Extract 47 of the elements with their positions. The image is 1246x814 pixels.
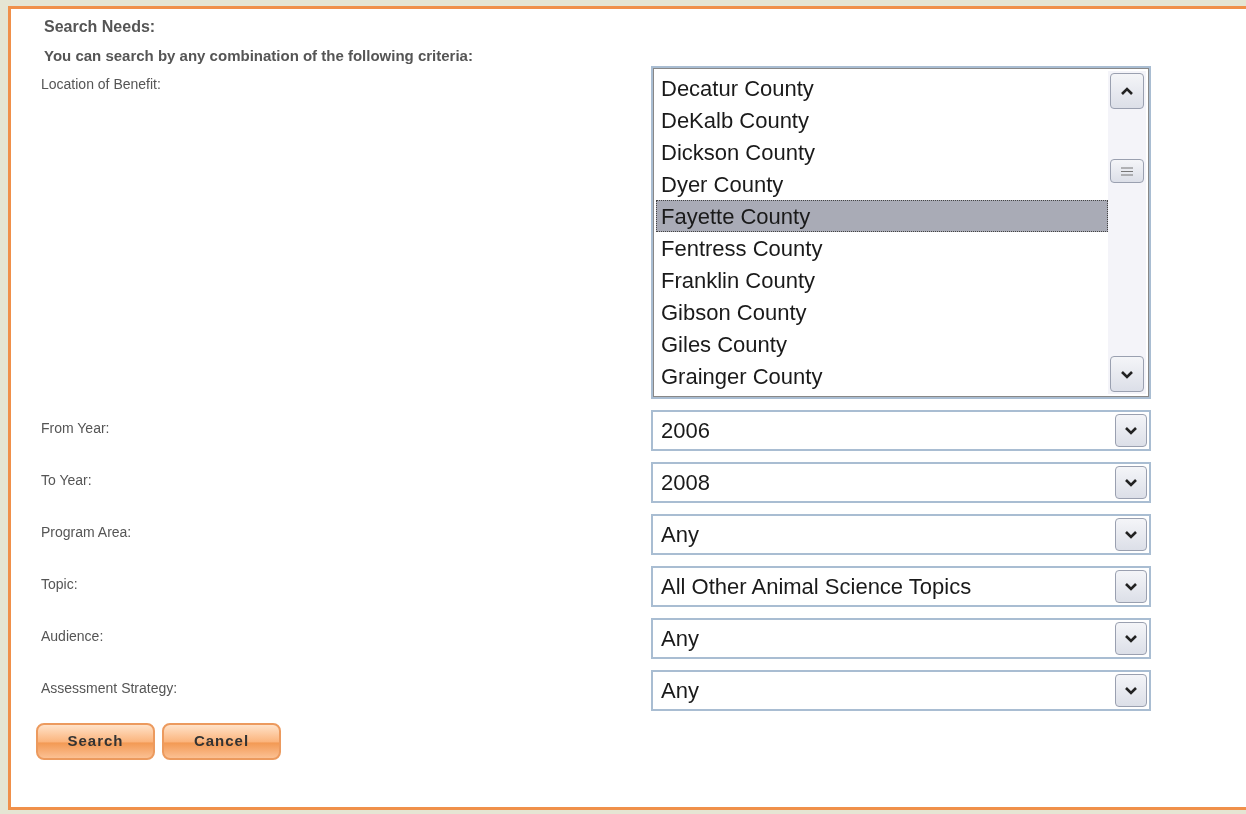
field-label: Assessment Strategy:: [40, 679, 179, 698]
chevron-up-icon: [1120, 86, 1134, 96]
form-button[interactable]: Search: [36, 723, 155, 760]
list-option[interactable]: DeKalb County: [656, 104, 1108, 136]
location-listbox[interactable]: Decatur County DeKalb County Dickson County Dyer County Fayette County Fentress County Franklin County Gibson County Giles County Grainger County: [651, 66, 1151, 399]
chevron-down-icon: [1120, 369, 1134, 379]
scroll-up-button[interactable]: [1110, 73, 1144, 109]
field-label: Topic:: [40, 575, 79, 594]
list-option[interactable]: Franklin County: [656, 264, 1108, 296]
chevron-down-icon: [1124, 478, 1138, 487]
list-option[interactable]: Fentress County: [656, 232, 1108, 264]
dropdown-button[interactable]: [1115, 570, 1147, 603]
list-option[interactable]: Grainger County: [656, 360, 1108, 392]
scroll-down-button[interactable]: [1110, 356, 1144, 392]
form-button[interactable]: Cancel: [162, 723, 281, 760]
chevron-down-icon: [1124, 426, 1138, 435]
dropdown-button[interactable]: [1115, 518, 1147, 551]
chevron-down-icon: [1124, 686, 1138, 695]
instructions: You can search by any combination of the following criteria:: [44, 46, 474, 66]
dropdown-field[interactable]: Any: [651, 514, 1151, 555]
chevron-down-icon: [1124, 634, 1138, 643]
list-option[interactable]: Dyer County: [656, 168, 1108, 200]
dropdown-field[interactable]: 2006: [651, 410, 1151, 451]
dropdown-button[interactable]: [1115, 466, 1147, 499]
field-label: To Year:: [40, 471, 93, 490]
heading: Search Needs:: [44, 17, 157, 37]
chevron-down-icon: [1124, 582, 1138, 591]
list-option[interactable]: Dickson County: [656, 136, 1108, 168]
chevron-down-icon: [1124, 530, 1138, 539]
scroll-thumb[interactable]: [1110, 159, 1144, 183]
list-option[interactable]: Giles County: [656, 328, 1108, 360]
field-label: Program Area:: [40, 523, 133, 542]
dropdown-button[interactable]: [1115, 674, 1147, 707]
field-label: Audience:: [40, 627, 105, 646]
dropdown-field[interactable]: All Other Animal Science Topics: [651, 566, 1151, 607]
grip-icon: [1121, 166, 1133, 176]
list-option[interactable]: Gibson County: [656, 296, 1108, 328]
dropdown-button[interactable]: [1115, 414, 1147, 447]
dropdown-field[interactable]: 2008: [651, 462, 1151, 503]
field-label: From Year:: [40, 419, 111, 438]
dropdown-button[interactable]: [1115, 622, 1147, 655]
scrollbar[interactable]: [1108, 71, 1146, 394]
dropdown-field[interactable]: Any: [651, 618, 1151, 659]
dropdown-field[interactable]: Any: [651, 670, 1151, 711]
list-option[interactable]: Fayette County: [656, 200, 1108, 232]
field-label: Location of Benefit:: [40, 75, 162, 94]
list-option[interactable]: Decatur County: [656, 72, 1108, 104]
